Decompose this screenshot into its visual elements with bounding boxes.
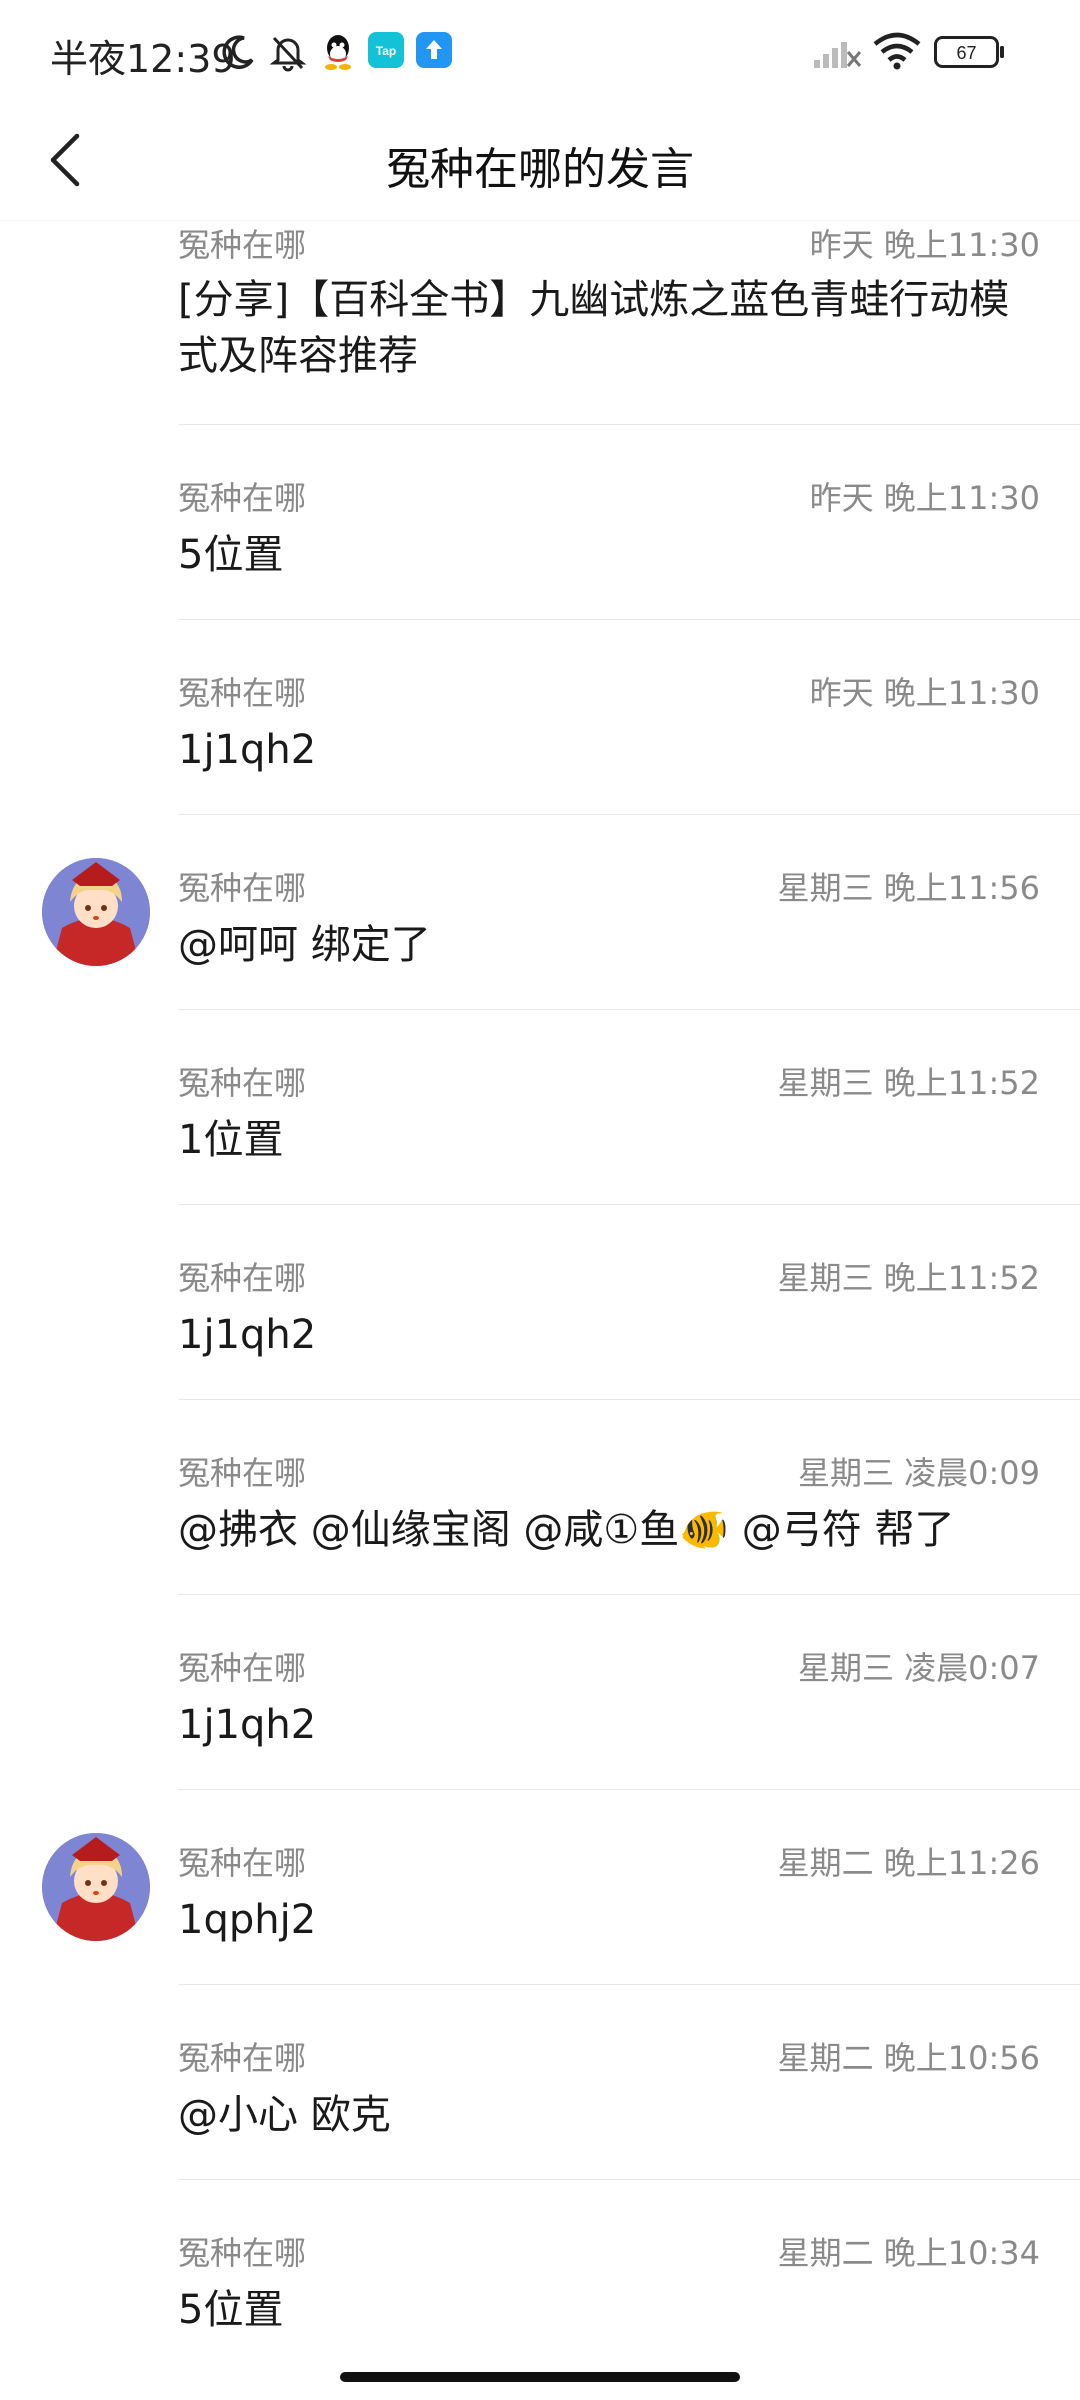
- signal-icon: [812, 36, 862, 74]
- post-content: 1j1qh2: [178, 727, 317, 773]
- post-time: 星期三 晚上11:52: [777, 1064, 1040, 1102]
- post-author: 冤种在哪: [178, 226, 307, 264]
- post-content: 1j1qh2: [178, 1702, 317, 1748]
- post-content: 5位置: [178, 532, 284, 578]
- qq-icon: [320, 32, 356, 76]
- bell-off-icon: [268, 32, 308, 76]
- post-content: [分享]【百科全书】九幽试炼之蓝色青蛙行动模式及阵容推荐: [178, 277, 1010, 379]
- taptap-icon: Tap: [368, 32, 404, 72]
- list-item[interactable]: 冤种在哪 星期二 晚上10:56 @小心 欧克: [0, 1985, 1080, 2180]
- post-time: 星期二 晚上10:56: [777, 2039, 1040, 2077]
- battery-icon: 67: [934, 36, 1006, 72]
- post-content: 1位置: [178, 1117, 284, 1163]
- post-content: @拂衣 @仙缘宝阁 @咸①鱼🐠 @弓符 帮了: [178, 1507, 955, 1553]
- status-bar: 半夜12:39 Tap 67: [0, 0, 1080, 105]
- post-time: 星期三 晚上11:52: [777, 1259, 1040, 1297]
- avatar[interactable]: [42, 1833, 150, 1941]
- list-item[interactable]: 冤种在哪 昨天 晚上11:30 [分享]【百科全书】九幽试炼之蓝色青蛙行动模式及…: [0, 220, 1080, 425]
- svg-text:Tap: Tap: [376, 44, 396, 58]
- home-indicator[interactable]: [340, 2372, 740, 2382]
- list-item[interactable]: 冤种在哪 星期二 晚上10:34 5位置: [0, 2180, 1080, 2350]
- post-author: 冤种在哪: [178, 2039, 307, 2077]
- post-content: 5位置: [178, 2287, 284, 2333]
- post-author: 冤种在哪: [178, 2234, 307, 2272]
- post-list[interactable]: 冤种在哪 昨天 晚上11:30 [分享]【百科全书】九幽试炼之蓝色青蛙行动模式及…: [0, 220, 1080, 2350]
- post-author: 冤种在哪: [178, 1259, 307, 1297]
- list-item[interactable]: 冤种在哪 星期三 晚上11:52 1j1qh2: [0, 1205, 1080, 1400]
- post-time: 昨天 晚上11:30: [809, 674, 1040, 712]
- post-time: 星期三 凌晨0:09: [797, 1454, 1040, 1492]
- app-bar: 冤种在哪的发言: [0, 105, 1080, 220]
- post-author: 冤种在哪: [178, 1844, 307, 1882]
- post-content: @小心 欧克: [178, 2092, 391, 2138]
- upload-icon: [416, 32, 452, 72]
- post-time: 星期二 晚上10:34: [777, 2234, 1040, 2272]
- post-content: 1qphj2: [178, 1897, 317, 1943]
- post-author: 冤种在哪: [178, 674, 307, 712]
- moon-icon: [218, 32, 258, 76]
- list-item[interactable]: 冤种在哪 星期三 凌晨0:09 @拂衣 @仙缘宝阁 @咸①鱼🐠 @弓符 帮了: [0, 1400, 1080, 1595]
- list-item[interactable]: 冤种在哪 星期三 晚上11:52 1位置: [0, 1010, 1080, 1205]
- post-author: 冤种在哪: [178, 869, 307, 907]
- post-author: 冤种在哪: [178, 1064, 307, 1102]
- page-title: 冤种在哪的发言: [386, 144, 694, 195]
- post-content: 1j1qh2: [178, 1312, 317, 1358]
- post-author: 冤种在哪: [178, 479, 307, 517]
- post-time: 星期三 凌晨0:07: [797, 1649, 1040, 1687]
- post-time: 昨天 晚上11:30: [809, 479, 1040, 517]
- svg-text:67: 67: [956, 43, 976, 63]
- list-item[interactable]: 冤种在哪 星期二 晚上11:26 1qphj2: [0, 1790, 1080, 1985]
- post-author: 冤种在哪: [178, 1649, 307, 1687]
- post-time: 昨天 晚上11:30: [809, 226, 1040, 264]
- avatar[interactable]: [42, 858, 150, 966]
- post-author: 冤种在哪: [178, 1454, 307, 1492]
- status-time: 半夜12:39: [50, 37, 236, 81]
- list-item[interactable]: 冤种在哪 星期三 晚上11:56 @呵呵 绑定了: [0, 815, 1080, 1010]
- list-item[interactable]: 冤种在哪 昨天 晚上11:30 1j1qh2: [0, 620, 1080, 815]
- wifi-icon: [872, 32, 922, 74]
- list-item[interactable]: 冤种在哪 昨天 晚上11:30 5位置: [0, 425, 1080, 620]
- list-item[interactable]: 冤种在哪 星期三 凌晨0:07 1j1qh2: [0, 1595, 1080, 1790]
- post-time: 星期三 晚上11:56: [777, 869, 1040, 907]
- post-time: 星期二 晚上11:26: [777, 1844, 1040, 1882]
- post-content: @呵呵 绑定了: [178, 922, 431, 968]
